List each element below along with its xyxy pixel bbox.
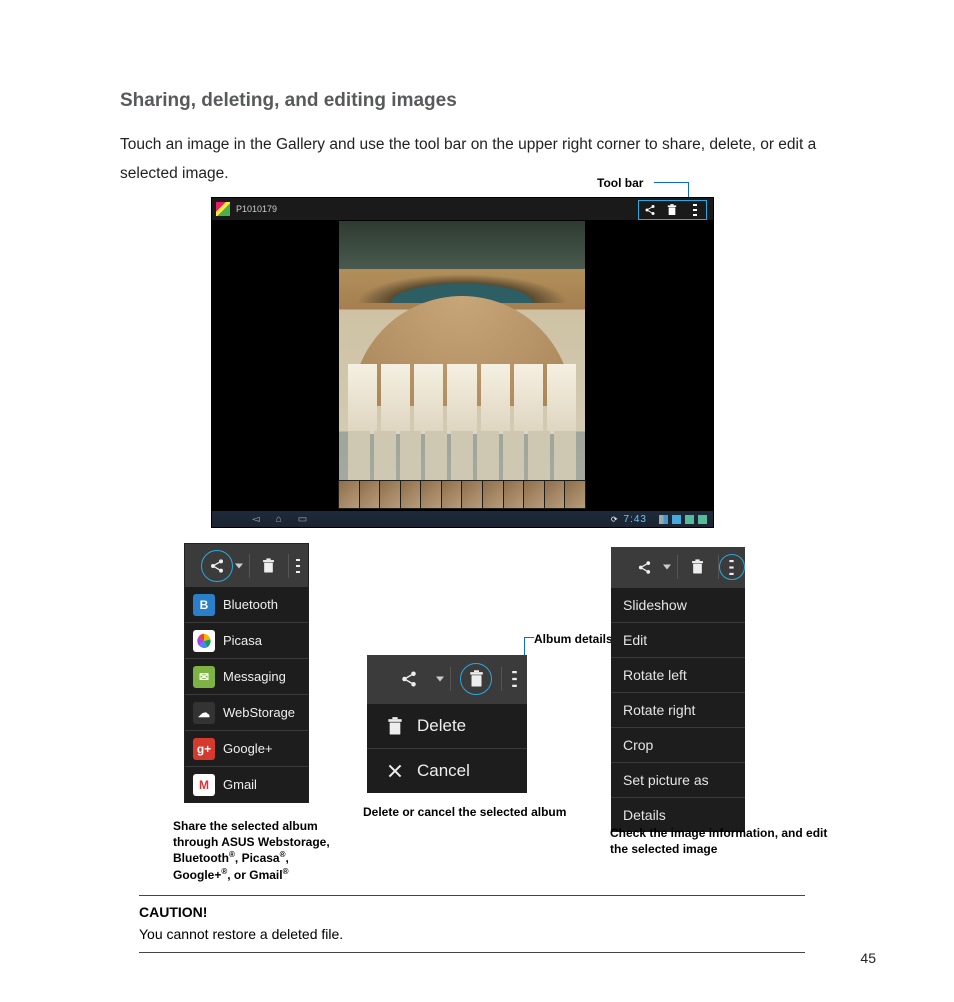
options-header-share-button[interactable]	[611, 560, 677, 575]
options-header-overflow-button[interactable]	[719, 560, 745, 575]
options-item-slideshow[interactable]: Slideshow	[611, 587, 745, 622]
delete-header-overflow-button[interactable]	[502, 671, 527, 687]
share-header-share-button[interactable]	[185, 558, 249, 574]
status-clock: 7:43	[624, 514, 647, 525]
options-menu-list: SlideshowEditRotate leftRotate rightCrop…	[611, 587, 745, 832]
system-navbar: ◅ ⌂ ▭ ⟳ 7:43	[212, 511, 713, 527]
recents-icon[interactable]: ▭	[298, 514, 307, 525]
share-header-trash-button[interactable]	[250, 558, 288, 574]
share-caption: Share the selected album through ASUS We…	[173, 818, 341, 883]
caution-text: You cannot restore a deleted file.	[139, 926, 805, 942]
delete-caption: Delete or cancel the selected album	[363, 805, 583, 819]
share-icon[interactable]	[643, 203, 657, 217]
status-icons	[659, 515, 707, 524]
share-item-webstorage[interactable]: ☁ WebStorage	[185, 694, 308, 730]
googleplus-app-icon: g+	[193, 738, 215, 760]
close-icon	[387, 763, 403, 779]
options-item-edit[interactable]: Edit	[611, 622, 745, 657]
share-item-label: Bluetooth	[223, 597, 278, 612]
trash-icon[interactable]	[665, 203, 679, 217]
caution-box: CAUTION! You cannot restore a deleted fi…	[139, 895, 805, 953]
delete-popup: Delete Cancel	[367, 655, 527, 793]
options-item-set-picture-as[interactable]: Set picture as	[611, 762, 745, 797]
options-caption: Check the image information, and edit th…	[610, 825, 830, 857]
dropdown-caret-icon	[436, 677, 444, 682]
share-item-label: Messaging	[223, 669, 286, 684]
delete-header-trash-button[interactable]	[451, 670, 501, 688]
share-item-label: Picasa	[223, 633, 262, 648]
options-popup: SlideshowEditRotate leftRotate rightCrop…	[611, 547, 745, 832]
bluetooth-app-icon: B	[193, 594, 215, 616]
options-item-rotate-left[interactable]: Rotate left	[611, 657, 745, 692]
photo-filename: P1010179	[236, 204, 277, 214]
gmail-app-icon: M	[193, 774, 215, 796]
thumbnail-strip[interactable]	[338, 480, 586, 509]
options-item-crop[interactable]: Crop	[611, 727, 745, 762]
share-menu-list: B Bluetooth Picasa ✉ Messaging ☁ WebStorage g+ G…	[185, 587, 308, 802]
dropdown-caret-icon	[235, 563, 243, 568]
intro-paragraph: Touch an image in the Gallery and use th…	[120, 130, 876, 189]
section-heading: Sharing, deleting, and editing images	[120, 90, 876, 112]
share-item-picasa[interactable]: Picasa	[185, 622, 308, 658]
gallery-top-bar: P1010179	[212, 198, 713, 220]
main-screenshot: P1010179 ◅ ⌂ ▭ ⟳ 7:43	[212, 198, 713, 527]
overflow-highlight-circle	[719, 554, 745, 580]
image-toolbar[interactable]	[638, 200, 707, 220]
delete-popup-header	[367, 655, 527, 703]
webstorage-app-icon: ☁	[193, 702, 215, 724]
gallery-app-icon	[216, 202, 230, 216]
delete-action-row[interactable]: Delete	[367, 703, 527, 748]
album-details-callout-label: Album details	[534, 632, 613, 646]
share-header-overflow-button[interactable]	[289, 559, 308, 573]
share-item-gmail[interactable]: M Gmail	[185, 766, 308, 802]
options-item-rotate-right[interactable]: Rotate right	[611, 692, 745, 727]
delete-label: Delete	[417, 716, 466, 736]
back-icon[interactable]: ◅	[252, 514, 260, 525]
home-icon[interactable]: ⌂	[276, 514, 282, 525]
cancel-label: Cancel	[417, 761, 470, 781]
share-item-label: Google+	[223, 741, 273, 756]
trash-highlight-circle	[460, 663, 492, 695]
options-header-trash-button[interactable]	[678, 559, 718, 575]
share-item-googleplus[interactable]: g+ Google+	[185, 730, 308, 766]
dropdown-caret-icon	[663, 565, 671, 570]
share-item-messaging[interactable]: ✉ Messaging	[185, 658, 308, 694]
share-highlight-circle	[201, 550, 233, 582]
messaging-app-icon: ✉	[193, 666, 215, 688]
delete-header-share-button[interactable]	[367, 670, 450, 688]
picasa-app-icon	[193, 630, 215, 652]
photo-preview[interactable]	[338, 220, 586, 491]
share-item-label: Gmail	[223, 777, 257, 792]
cancel-action-row[interactable]: Cancel	[367, 748, 527, 793]
share-item-label: WebStorage	[223, 705, 295, 720]
toolbar-callout-label: Tool bar	[597, 176, 643, 190]
caution-heading: CAUTION!	[139, 904, 805, 920]
overflow-menu-icon[interactable]	[688, 203, 702, 217]
options-popup-header	[611, 547, 745, 587]
share-item-bluetooth[interactable]: B Bluetooth	[185, 587, 308, 622]
trash-icon	[387, 717, 403, 736]
page-number: 45	[860, 950, 876, 966]
share-popup-header	[185, 544, 308, 587]
share-popup: B Bluetooth Picasa ✉ Messaging ☁ WebStorage g+ G…	[185, 544, 308, 802]
